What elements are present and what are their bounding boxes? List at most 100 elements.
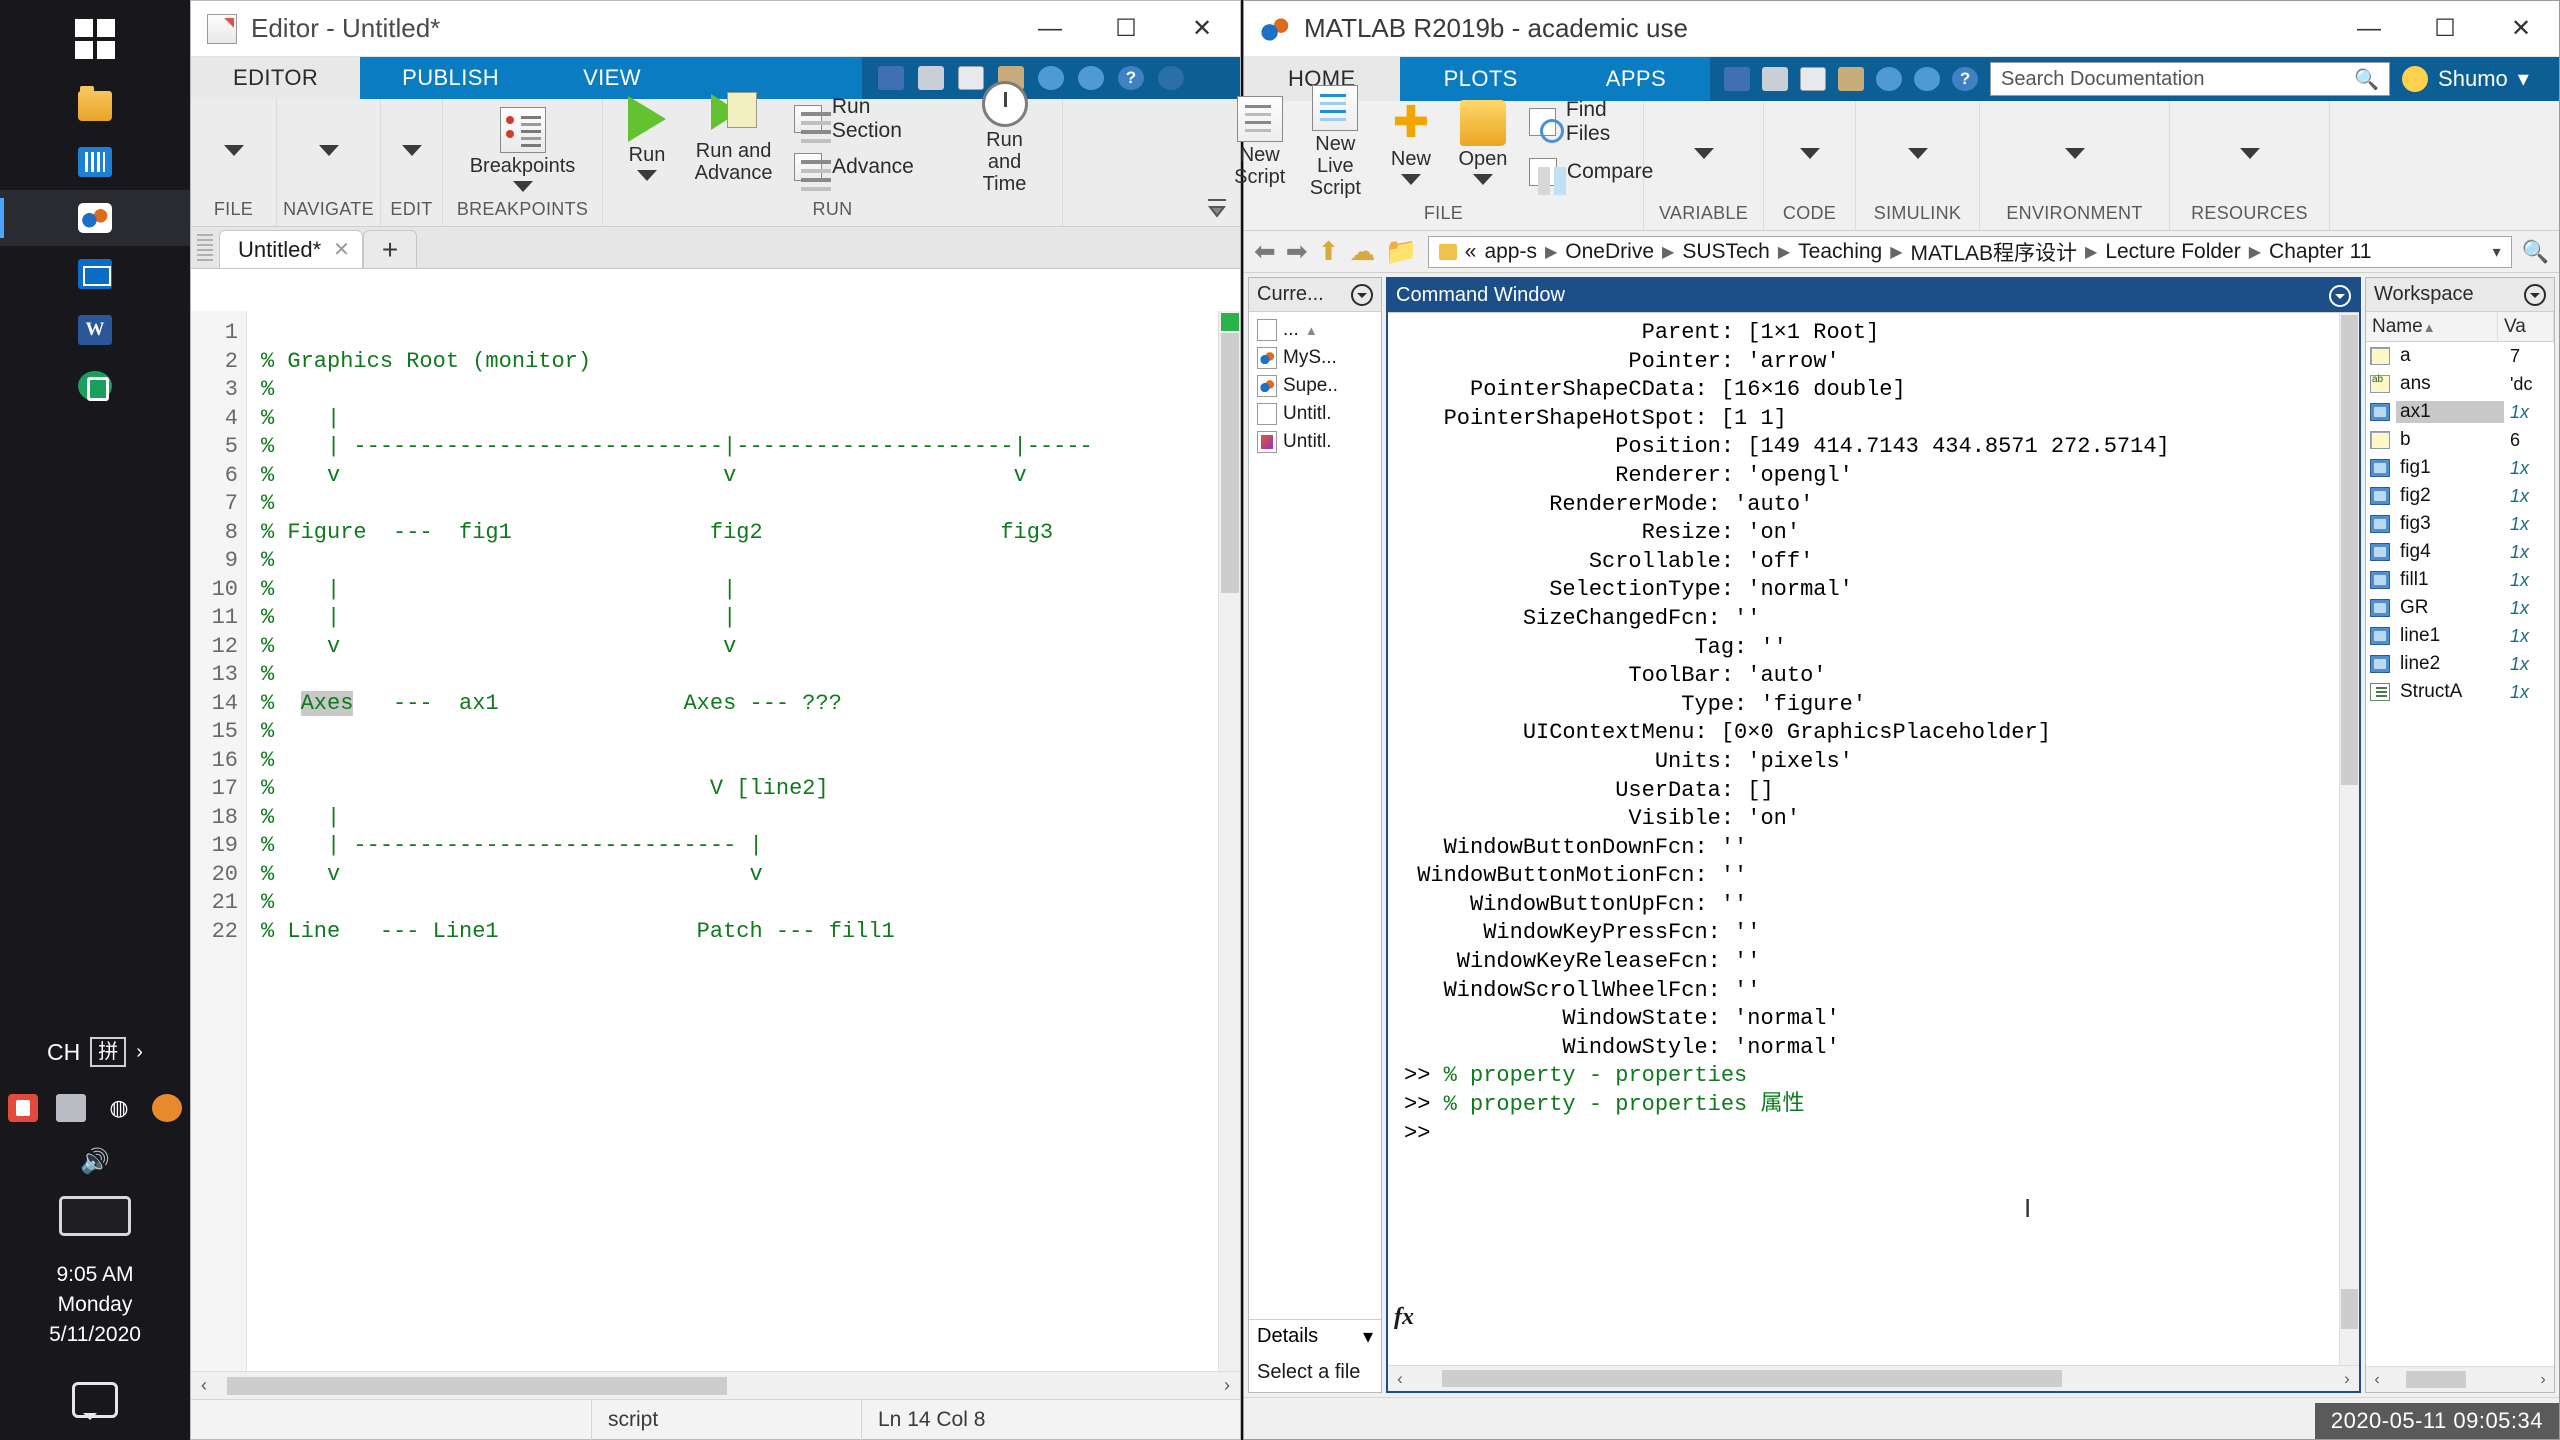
- workspace-col-value[interactable]: Va: [2498, 312, 2554, 341]
- taskbar-item-green-app[interactable]: [0, 358, 190, 414]
- open-caret-icon[interactable]: [1472, 173, 1493, 185]
- cmd-hscroll-right-icon[interactable]: ›: [2335, 1369, 2359, 1389]
- redo-icon[interactable]: [1078, 66, 1104, 90]
- nav-back-icon[interactable]: ⬅: [1254, 236, 1276, 267]
- list-item[interactable]: Supe..: [1249, 372, 1381, 400]
- file-tab-untitled[interactable]: Untitled* ✕: [219, 230, 363, 268]
- command-window-vscrollbar[interactable]: [2339, 313, 2359, 1365]
- tray-box-icon[interactable]: [56, 1094, 86, 1122]
- action-center-icon[interactable]: [0, 1360, 190, 1440]
- taskbar-item-matlab[interactable]: [0, 190, 190, 246]
- tab-editor[interactable]: EDITOR: [191, 57, 361, 99]
- table-row[interactable]: fig1 1x: [2366, 454, 2554, 482]
- workspace-hscrollbar[interactable]: ‹ ›: [2366, 1366, 2554, 1392]
- cmd-hscroll-thumb[interactable]: [1442, 1370, 2062, 1387]
- details-section-header[interactable]: Details ▾: [1249, 1319, 1381, 1353]
- table-row[interactable]: fill1 1x: [2366, 566, 2554, 594]
- nav-onedrive-folder-icon[interactable]: ☁: [1349, 236, 1375, 267]
- nav-forward-icon[interactable]: ➡: [1286, 236, 1308, 267]
- breadcrumb-segment[interactable]: Teaching: [1798, 240, 1882, 264]
- run-button[interactable]: Run: [615, 92, 679, 185]
- list-item[interactable]: Untitl.: [1249, 428, 1381, 456]
- ws-hscroll-right-icon[interactable]: ›: [2532, 1371, 2554, 1389]
- edit-dropdown-caret-icon[interactable]: [401, 144, 422, 156]
- breadcrumb-segment[interactable]: OneDrive: [1565, 240, 1654, 264]
- new-button[interactable]: ✚ New: [1379, 96, 1443, 189]
- volume-icon[interactable]: 🔊: [0, 1136, 190, 1186]
- table-row[interactable]: line2 1x: [2366, 650, 2554, 678]
- new-caret-icon[interactable]: [1400, 173, 1421, 185]
- new-live-script-button[interactable]: New Live Script: [1300, 81, 1371, 203]
- address-dropdown-caret-icon[interactable]: ▾: [2493, 242, 2501, 262]
- wifi-icon[interactable]: ◍: [104, 1094, 134, 1122]
- breadcrumb-segment[interactable]: app-s: [1484, 240, 1537, 264]
- ws-hscroll-track[interactable]: [2388, 1371, 2532, 1388]
- table-row[interactable]: b6: [2366, 426, 2554, 454]
- cmd-hscroll-left-icon[interactable]: ‹: [1388, 1369, 1412, 1389]
- table-row[interactable]: StructA 1x: [2366, 678, 2554, 706]
- hscroll-left-arrow-icon[interactable]: ‹: [191, 1375, 217, 1396]
- environment-caret-icon[interactable]: [2064, 147, 2085, 159]
- compare-button[interactable]: Compare: [1523, 156, 1659, 195]
- matlab-close-button[interactable]: ✕: [2483, 1, 2559, 57]
- workspace-variable-list[interactable]: a7ans'dcax11xb6fig11xfig21xfig31xfig41xf…: [2366, 342, 2554, 1366]
- hscroll-track[interactable]: [217, 1376, 1214, 1395]
- start-button[interactable]: [0, 0, 190, 78]
- details-caret-icon[interactable]: ▾: [1363, 1324, 1373, 1349]
- taskbar-item-file-explorer[interactable]: [0, 78, 190, 134]
- nav-up-folder-icon[interactable]: ⬆: [1318, 236, 1340, 267]
- matlab-cut-icon[interactable]: [1762, 67, 1789, 91]
- hscroll-right-arrow-icon[interactable]: ›: [1214, 1375, 1240, 1396]
- address-search-icon[interactable]: 🔍: [2522, 239, 2549, 265]
- variable-caret-icon[interactable]: [1693, 147, 1714, 159]
- cmd-vscroll-thumb-lower[interactable]: [2341, 1289, 2358, 1329]
- file-dropdown-caret-icon[interactable]: [223, 144, 244, 156]
- matlab-redo-icon[interactable]: [1914, 67, 1941, 91]
- matlab-undo-icon[interactable]: [1876, 67, 1903, 91]
- table-row[interactable]: ans 'dc: [2366, 370, 2554, 398]
- user-account-button[interactable]: Shumo ▾: [2402, 66, 2541, 92]
- workspace-options-icon[interactable]: [2524, 283, 2546, 306]
- breadcrumb-segment[interactable]: Lecture Folder: [2105, 240, 2240, 264]
- simulink-caret-icon[interactable]: [1907, 147, 1928, 159]
- breakpoints-button[interactable]: Breakpoints: [462, 103, 584, 196]
- editor-horizontal-scrollbar[interactable]: ‹ ›: [191, 1371, 1240, 1399]
- run-and-time-button[interactable]: Run and Time: [959, 77, 1050, 199]
- matlab-paste-icon[interactable]: [1838, 67, 1865, 91]
- current-folder-up-row[interactable]: ... ▲: [1249, 316, 1381, 344]
- command-window-hscrollbar[interactable]: ‹ ›: [1388, 1365, 2359, 1391]
- cmd-vscroll-thumb[interactable]: [2341, 315, 2358, 785]
- current-folder-path[interactable]: « app-s ▶ OneDrive ▶ SUSTech ▶ Teaching ▶ MATLAB程…: [1427, 235, 2512, 268]
- find-files-button[interactable]: Find Files: [1523, 96, 1659, 148]
- table-row[interactable]: line1 1x: [2366, 622, 2554, 650]
- run-section-button[interactable]: Run Section: [788, 93, 951, 145]
- list-item[interactable]: Untitl.: [1249, 400, 1381, 428]
- code-caret-icon[interactable]: [1799, 147, 1820, 159]
- tray-red-icon[interactable]: [8, 1094, 38, 1122]
- taskbar-item-store[interactable]: [0, 134, 190, 190]
- ws-hscroll-left-icon[interactable]: ‹: [2366, 1371, 2388, 1389]
- table-row[interactable]: fig4 1x: [2366, 538, 2554, 566]
- editor-code-text[interactable]: % Graphics Root (monitor) % % | % | ----…: [247, 311, 1240, 1371]
- tabstrip-grip[interactable]: [197, 234, 213, 264]
- editor-vscroll-thumb[interactable]: [1221, 333, 1239, 593]
- nav-browse-folder-icon[interactable]: 📁: [1385, 236, 1417, 267]
- open-button[interactable]: Open: [1451, 96, 1515, 189]
- table-row[interactable]: GR 1x: [2366, 594, 2554, 622]
- taskbar-item-word[interactable]: W: [0, 302, 190, 358]
- command-window-output[interactable]: Parent: [1×1 Root] Pointer: 'arrow' Poin…: [1388, 313, 2359, 1365]
- path-overflow-indicator[interactable]: «: [1465, 240, 1477, 264]
- table-row[interactable]: ax1 1x: [2366, 398, 2554, 426]
- editor-maximize-button[interactable]: ☐: [1088, 1, 1164, 57]
- breadcrumb-segment[interactable]: Chapter 11: [2269, 240, 2371, 264]
- run-and-advance-button[interactable]: Run and Advance: [687, 88, 780, 188]
- navigate-dropdown-caret-icon[interactable]: [318, 144, 339, 156]
- matlab-help-icon[interactable]: ?: [1952, 67, 1979, 91]
- qat-dropdown-icon[interactable]: [1158, 66, 1184, 90]
- list-item[interactable]: MyS...: [1249, 344, 1381, 372]
- tray-orange-icon[interactable]: [152, 1094, 182, 1122]
- breadcrumb-segment[interactable]: SUSTech: [1682, 240, 1770, 264]
- ime-indicator[interactable]: CH 拼 ›: [0, 1024, 190, 1080]
- matlab-minimize-button[interactable]: —: [2331, 1, 2407, 57]
- resources-caret-icon[interactable]: [2239, 147, 2260, 159]
